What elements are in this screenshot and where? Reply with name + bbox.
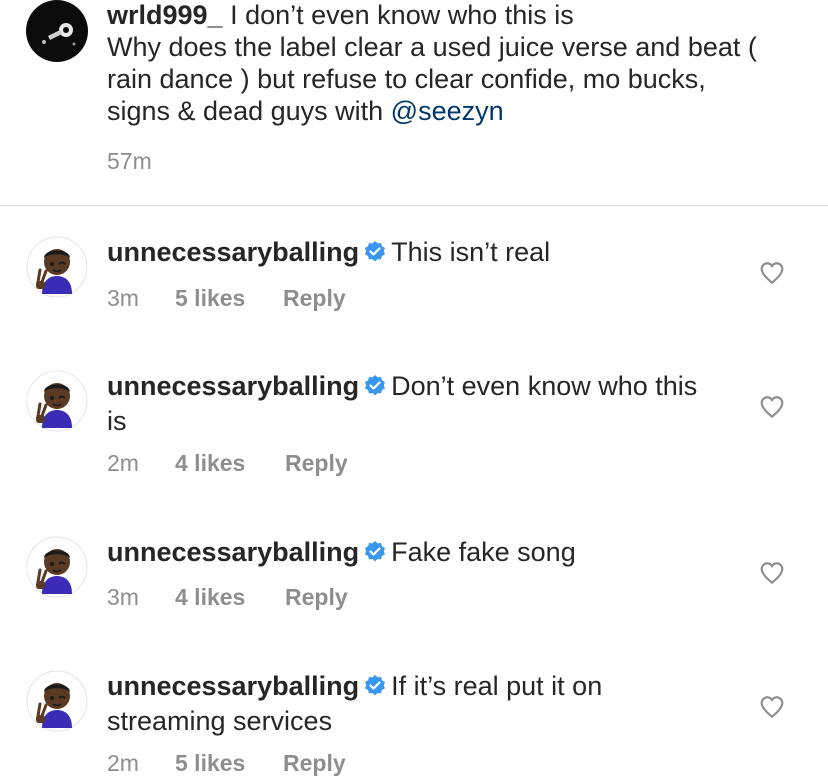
reply-text: unnecessaryballing If it’s real put it on…: [107, 670, 667, 737]
reply-username[interactable]: unnecessaryballing: [107, 671, 359, 701]
likes-count[interactable]: 5 likes: [175, 285, 283, 312]
cartoon-avatar-image: [26, 670, 88, 732]
mention-link[interactable]: @seezyn: [391, 96, 504, 126]
reply-username[interactable]: unnecessaryballing: [107, 237, 359, 267]
reply-meta: 2m 4 likes Reply: [107, 450, 348, 477]
verified-badge-icon: [363, 539, 387, 571]
reply-body: Fake fake song: [391, 537, 576, 567]
avatar-unnecessaryballing[interactable]: [26, 370, 88, 432]
avatar-unnecessaryballing[interactable]: [26, 236, 88, 298]
reply-timestamp: 2m: [107, 450, 139, 476]
verified-badge-icon: [363, 239, 387, 271]
reply-username[interactable]: unnecessaryballing: [107, 537, 359, 567]
verified-badge-icon: [363, 673, 387, 705]
reply-meta: 2m 5 likes Reply: [107, 750, 346, 777]
reply-username[interactable]: unnecessaryballing: [107, 371, 359, 401]
avatar-unnecessaryballing[interactable]: [26, 536, 88, 598]
divider: [0, 205, 828, 206]
reply-button[interactable]: Reply: [285, 584, 348, 611]
cartoon-avatar-image: [26, 236, 88, 298]
cartoon-avatar-image: [26, 536, 88, 598]
avatar-unnecessaryballing[interactable]: [26, 670, 88, 732]
reply-timestamp: 2m: [107, 750, 139, 776]
reply-button[interactable]: Reply: [285, 450, 348, 477]
verified-badge-icon: [363, 373, 387, 405]
likes-count[interactable]: 4 likes: [175, 450, 285, 477]
cartoon-avatar-image: [26, 370, 88, 432]
heart-icon[interactable]: [759, 394, 785, 420]
heart-icon[interactable]: [759, 260, 785, 286]
likes-count[interactable]: 4 likes: [175, 584, 285, 611]
parent-comment-line1: I don’t even know who this is: [222, 0, 574, 30]
reply-timestamp: 3m: [107, 584, 139, 610]
parent-username[interactable]: wrld999_: [107, 0, 223, 30]
likes-count[interactable]: 5 likes: [175, 750, 283, 777]
reply-button[interactable]: Reply: [283, 750, 346, 777]
reply-text: unnecessaryballing Fake fake song: [107, 536, 767, 571]
reply-meta: 3m 5 likes Reply: [107, 285, 346, 312]
reply-text: unnecessaryballing Don’t even know who th…: [107, 370, 707, 437]
reply-meta: 3m 4 likes Reply: [107, 584, 348, 611]
reply-body: This isn’t real: [391, 237, 551, 267]
avatar-wrld999[interactable]: [26, 0, 88, 62]
reply-button[interactable]: Reply: [283, 285, 346, 312]
parent-meta: 57m: [107, 148, 152, 175]
parent-timestamp: 57m: [107, 148, 152, 174]
reply-timestamp: 3m: [107, 285, 139, 311]
dark-avatar-image: [26, 0, 88, 62]
heart-icon[interactable]: [759, 694, 785, 720]
heart-icon[interactable]: [759, 560, 785, 586]
reply-text: unnecessaryballing This isn’t real: [107, 236, 767, 271]
parent-comment-text: wrld999_ I don’t even know who this is Wh…: [107, 0, 767, 127]
